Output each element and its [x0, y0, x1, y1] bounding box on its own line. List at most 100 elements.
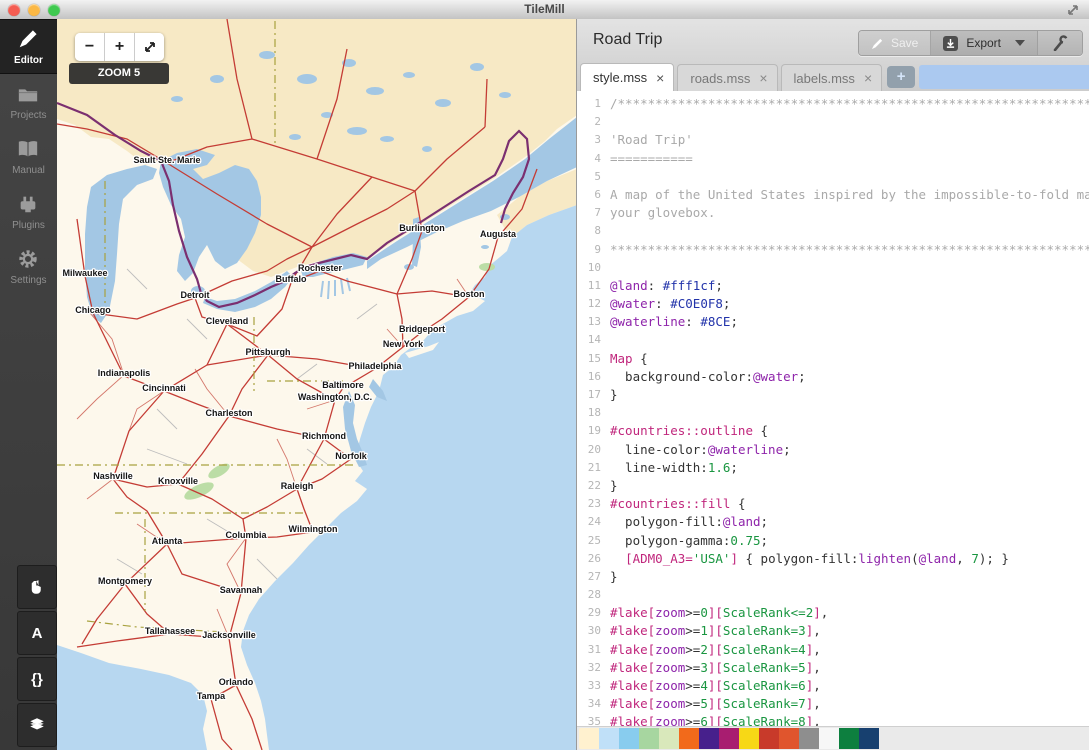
color-swatch[interactable] [739, 728, 759, 749]
code-line[interactable]: 26 [ADM0_A3='USA'] { polygon-fill:lighte… [577, 550, 1089, 568]
code-line[interactable]: 18 [577, 404, 1089, 422]
city-label: Norfolk [335, 451, 367, 461]
code-line[interactable]: 23#countries::fill { [577, 495, 1089, 513]
wrench-icon [1052, 35, 1068, 51]
code-line[interactable]: 5 [577, 168, 1089, 186]
code-line[interactable]: 16 background-color:@water; [577, 368, 1089, 386]
add-stylesheet-button[interactable]: + [887, 66, 915, 88]
code-line[interactable]: 14 [577, 331, 1089, 349]
city-label: Richmond [302, 431, 346, 441]
map-preview[interactable]: Sault Ste. MarieMilwaukeeChicagoDetroitC… [57, 19, 577, 750]
project-settings-button[interactable] [1038, 31, 1082, 55]
line-number: 5 [577, 168, 610, 186]
code-line[interactable]: 6A map of the United States inspired by … [577, 186, 1089, 204]
code-line[interactable]: 31#lake[zoom>=2][ScaleRank=4], [577, 641, 1089, 659]
sidebar-item-settings[interactable]: Settings [0, 239, 57, 294]
zoom-in-button[interactable]: + [105, 33, 135, 61]
code-line[interactable]: 29#lake[zoom>=0][ScaleRank<=2], [577, 604, 1089, 622]
code-line[interactable]: 33#lake[zoom>=4][ScaleRank=6], [577, 677, 1089, 695]
line-number: 21 [577, 459, 610, 477]
zoom-out-button[interactable]: − [75, 33, 105, 61]
code-text: =========== [610, 150, 693, 168]
tab-roads.mss[interactable]: roads.mss× [677, 64, 777, 91]
code-line[interactable]: 11@land: #fff1cf; [577, 277, 1089, 295]
sidebar-item-manual[interactable]: Manual [0, 129, 57, 184]
code-line[interactable]: 27} [577, 568, 1089, 586]
line-number: 14 [577, 331, 610, 349]
code-line[interactable]: 17} [577, 386, 1089, 404]
code-line[interactable]: 30#lake[zoom>=1][ScaleRank=3], [577, 622, 1089, 640]
code-line[interactable]: 13@waterline: #8CE; [577, 313, 1089, 331]
code-line[interactable]: 21 line-width:1.6; [577, 459, 1089, 477]
code-line[interactable]: 12@water: #C0E0F8; [577, 295, 1089, 313]
tab-labels.mss[interactable]: labels.mss× [781, 64, 883, 91]
code-text: #countries::fill { [610, 495, 745, 513]
color-swatch[interactable] [819, 728, 839, 749]
code-line[interactable]: 2 [577, 113, 1089, 131]
code-line[interactable]: 28 [577, 586, 1089, 604]
resize-icon[interactable] [1065, 2, 1081, 18]
sidebar-item-editor[interactable]: Editor [0, 19, 57, 74]
code-text: [ADM0_A3='USA'] { polygon-fill:lighten(@… [610, 550, 1009, 568]
line-number: 30 [577, 622, 610, 640]
close-icon[interactable]: × [656, 71, 664, 85]
close-icon[interactable]: × [864, 71, 872, 85]
city-label: Rochester [298, 263, 343, 273]
color-swatch[interactable] [679, 728, 699, 749]
color-swatch[interactable] [839, 728, 859, 749]
sidebar-item-projects[interactable]: Projects [0, 74, 57, 129]
color-swatch[interactable] [599, 728, 619, 749]
save-button[interactable]: Save [859, 31, 931, 55]
code-line[interactable]: 15Map { [577, 350, 1089, 368]
color-swatch[interactable] [639, 728, 659, 749]
code-line[interactable]: 3'Road Trip' [577, 131, 1089, 149]
color-swatch[interactable] [719, 728, 739, 749]
hand-icon [28, 578, 46, 596]
expand-icon [143, 40, 157, 54]
code-line[interactable]: 19#countries::outline { [577, 422, 1089, 440]
color-swatch[interactable] [799, 728, 819, 749]
fullscreen-button[interactable] [135, 33, 164, 61]
code-text: polygon-gamma:0.75; [610, 532, 768, 550]
color-swatch[interactable] [759, 728, 779, 749]
code-line[interactable]: 25 polygon-gamma:0.75; [577, 532, 1089, 550]
code-editor[interactable]: 1/**************************************… [577, 91, 1089, 730]
carto-tool-button[interactable]: {} [17, 657, 57, 701]
code-line[interactable]: 10 [577, 259, 1089, 277]
line-number: 13 [577, 313, 610, 331]
sidebar-item-plugins[interactable]: Plugins [0, 184, 57, 239]
code-line[interactable]: 24 polygon-fill:@land; [577, 513, 1089, 531]
city-label: Nashville [93, 471, 133, 481]
code-text: #lake[zoom>=2][ScaleRank=4], [610, 641, 821, 659]
pencil-icon [871, 37, 884, 50]
hand-tool-button[interactable] [17, 565, 57, 609]
code-line[interactable]: 9***************************************… [577, 241, 1089, 259]
color-swatch[interactable] [579, 728, 599, 749]
city-label: Wilmington [289, 524, 338, 534]
zoom-level-label: ZOOM 5 [69, 63, 169, 84]
code-line[interactable]: 34#lake[zoom>=5][ScaleRank=7], [577, 695, 1089, 713]
color-swatch[interactable] [619, 728, 639, 749]
fonts-tool-button[interactable]: A [17, 611, 57, 655]
color-swatch[interactable] [779, 728, 799, 749]
city-label: Baltimore [322, 380, 364, 390]
code-text: } [610, 477, 618, 495]
color-swatch[interactable] [659, 728, 679, 749]
tab-label: style.mss [593, 70, 647, 85]
export-button[interactable]: Export [931, 31, 1038, 55]
layers-tool-button[interactable] [17, 703, 57, 747]
color-swatch[interactable] [699, 728, 719, 749]
code-line[interactable]: 4=========== [577, 150, 1089, 168]
tab-style.mss[interactable]: style.mss × [580, 63, 674, 91]
code-line[interactable]: 20 line-color:@waterline; [577, 441, 1089, 459]
color-swatch[interactable] [859, 728, 879, 749]
code-line[interactable]: 1/**************************************… [577, 95, 1089, 113]
sidebar-item-label: Editor [0, 55, 57, 66]
code-text: #lake[zoom>=5][ScaleRank=7], [610, 695, 821, 713]
code-line[interactable]: 22} [577, 477, 1089, 495]
color-palette-bar [577, 726, 1089, 750]
close-icon[interactable]: × [759, 71, 767, 85]
code-line[interactable]: 8 [577, 222, 1089, 240]
code-line[interactable]: 7your glovebox. [577, 204, 1089, 222]
code-line[interactable]: 32#lake[zoom>=3][ScaleRank=5], [577, 659, 1089, 677]
